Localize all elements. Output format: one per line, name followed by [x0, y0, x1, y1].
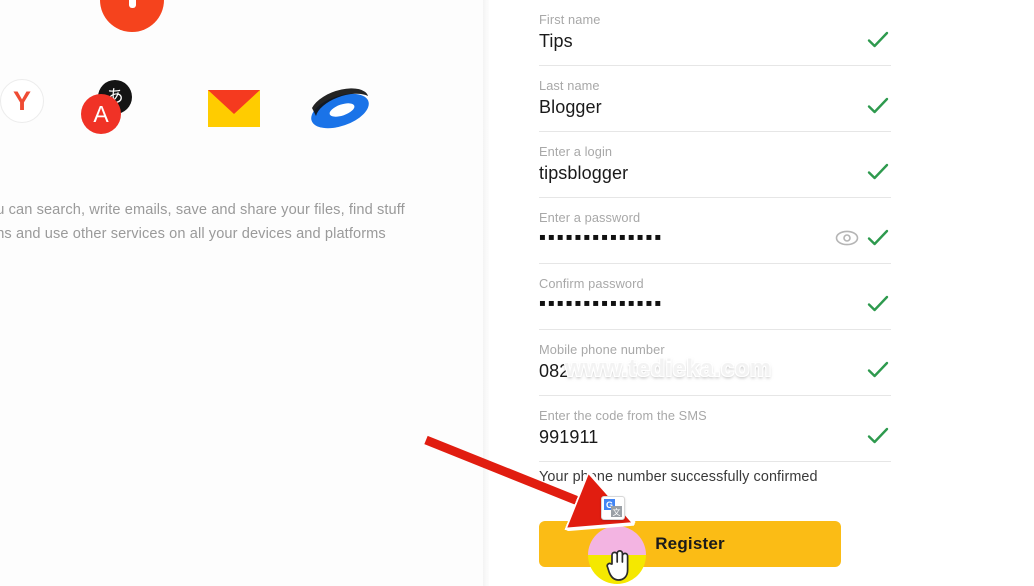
phone-confirmed-message: Your phone number successfully confirmed [539, 469, 818, 485]
field-value[interactable]: 991911 [539, 427, 598, 448]
google-translate-glyph: G 文 [604, 499, 622, 517]
yandex-browser-icon[interactable]: Y [0, 79, 44, 123]
register-button[interactable]: Register [539, 521, 841, 567]
form-field-first-name[interactable]: First name Tips [539, 0, 891, 66]
yandex-disk-shape [311, 88, 369, 129]
yandex-translate-glyph: A [93, 100, 109, 127]
field-label: Last name [539, 78, 600, 93]
yandex-disk-icon[interactable] [308, 86, 372, 132]
valid-check-icon [867, 361, 889, 378]
google-translate-icon[interactable]: G 文 [601, 496, 625, 520]
yandex-browser-glyph: Y [12, 85, 31, 116]
form-field-enter-a-password[interactable]: Enter a password ▪▪▪▪▪▪▪▪▪▪▪▪▪▪ [539, 198, 891, 264]
field-label: Confirm password [539, 276, 644, 291]
registration-form-card: First name Tips Last name Blogger Enter a lo… [489, 0, 1034, 586]
promo-panel: Y あ A ou can search, write emails, save … [0, 0, 489, 586]
show-password-eye-icon[interactable] [835, 230, 859, 246]
promo-line-1: ou can search, write emails, save and sh… [0, 202, 405, 218]
valid-check-icon [867, 229, 889, 246]
form-fields: First name Tips Last name Blogger Enter a lo… [539, 0, 891, 462]
field-label: Enter the code from the SMS [539, 408, 707, 423]
hand-cursor [606, 550, 629, 581]
field-label: Enter a password [539, 210, 641, 225]
valid-check-icon [867, 295, 889, 312]
field-value[interactable]: ▪▪▪▪▪▪▪▪▪▪▪▪▪▪ [539, 298, 663, 309]
yandex-translate-icon[interactable]: A [81, 94, 121, 134]
valid-check-icon [867, 163, 889, 180]
svg-text:文: 文 [613, 507, 621, 517]
form-field-last-name[interactable]: Last name Blogger [539, 66, 891, 132]
service-icons-row: Y あ A [0, 78, 398, 140]
form-field-enter-the-code-from-the-sms[interactable]: Enter the code from the SMS 991911 [539, 396, 891, 462]
site-watermark: www.tedieka.com [565, 355, 772, 382]
promo-line-2: ons and use other services on all your d… [0, 226, 386, 242]
field-value[interactable]: ▪▪▪▪▪▪▪▪▪▪▪▪▪▪ [539, 232, 663, 243]
yandex-mail-icon[interactable] [208, 90, 260, 127]
yandex-music-icon[interactable] [100, 0, 164, 32]
form-field-enter-a-login[interactable]: Enter a login tipsblogger [539, 132, 891, 198]
screen-root: Y あ A ou can search, write emails, save … [0, 0, 1034, 586]
valid-check-icon [867, 31, 889, 48]
field-value[interactable]: tipsblogger [539, 163, 628, 184]
field-value[interactable]: Blogger [539, 97, 602, 118]
field-value[interactable]: Tips [539, 31, 573, 52]
field-label: Enter a login [539, 144, 613, 159]
field-label: First name [539, 12, 601, 27]
form-field-confirm-password[interactable]: Confirm password ▪▪▪▪▪▪▪▪▪▪▪▪▪▪ [539, 264, 891, 330]
promo-description: ou can search, write emails, save and sh… [0, 198, 458, 246]
valid-check-icon [867, 97, 889, 114]
valid-check-icon [867, 427, 889, 444]
